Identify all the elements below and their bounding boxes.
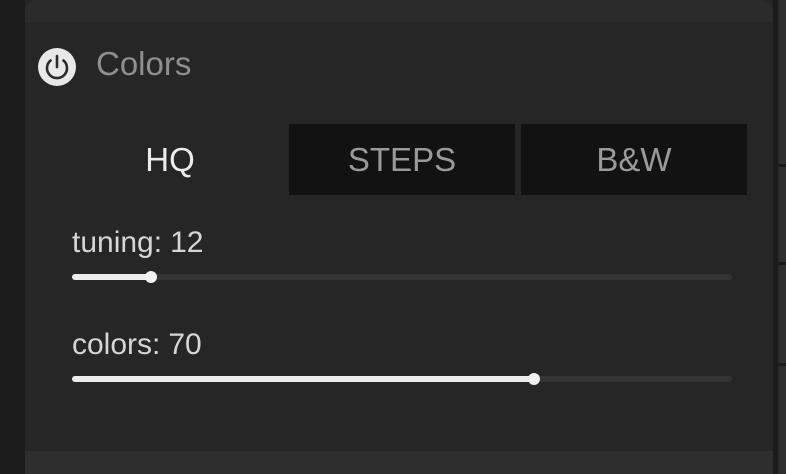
colors-slider-fill <box>72 376 534 382</box>
power-toggle-button[interactable] <box>38 48 76 86</box>
adjacent-panel-segment <box>780 0 786 164</box>
panel-footer-bar <box>25 451 773 474</box>
tab-bw[interactable]: B&W <box>521 124 747 195</box>
colors-slider-label: colors: 70 <box>72 327 202 363</box>
panel-header-bar <box>25 0 773 22</box>
adjacent-panel-segment <box>780 366 786 474</box>
tab-hq[interactable]: HQ <box>57 124 283 195</box>
panel-title: Colors <box>96 45 192 82</box>
colors-slider-thumb[interactable] <box>528 373 540 385</box>
tuning-value: 12 <box>170 226 204 259</box>
adjacent-panel-segment <box>780 167 786 262</box>
tuning-slider-label: tuning: 12 <box>72 225 203 261</box>
adjacent-panel-edge <box>778 0 786 474</box>
adjacent-panel-segment <box>780 265 786 363</box>
colors-slider[interactable] <box>72 373 732 385</box>
colors-value: 70 <box>168 328 202 361</box>
tab-steps[interactable]: STEPS <box>289 124 515 195</box>
tuning-slider-fill <box>72 274 152 280</box>
power-icon <box>45 54 69 80</box>
tuning-label-text: tuning: <box>72 226 163 259</box>
colors-label-text: colors: <box>72 328 161 361</box>
tuning-slider[interactable] <box>72 271 732 283</box>
